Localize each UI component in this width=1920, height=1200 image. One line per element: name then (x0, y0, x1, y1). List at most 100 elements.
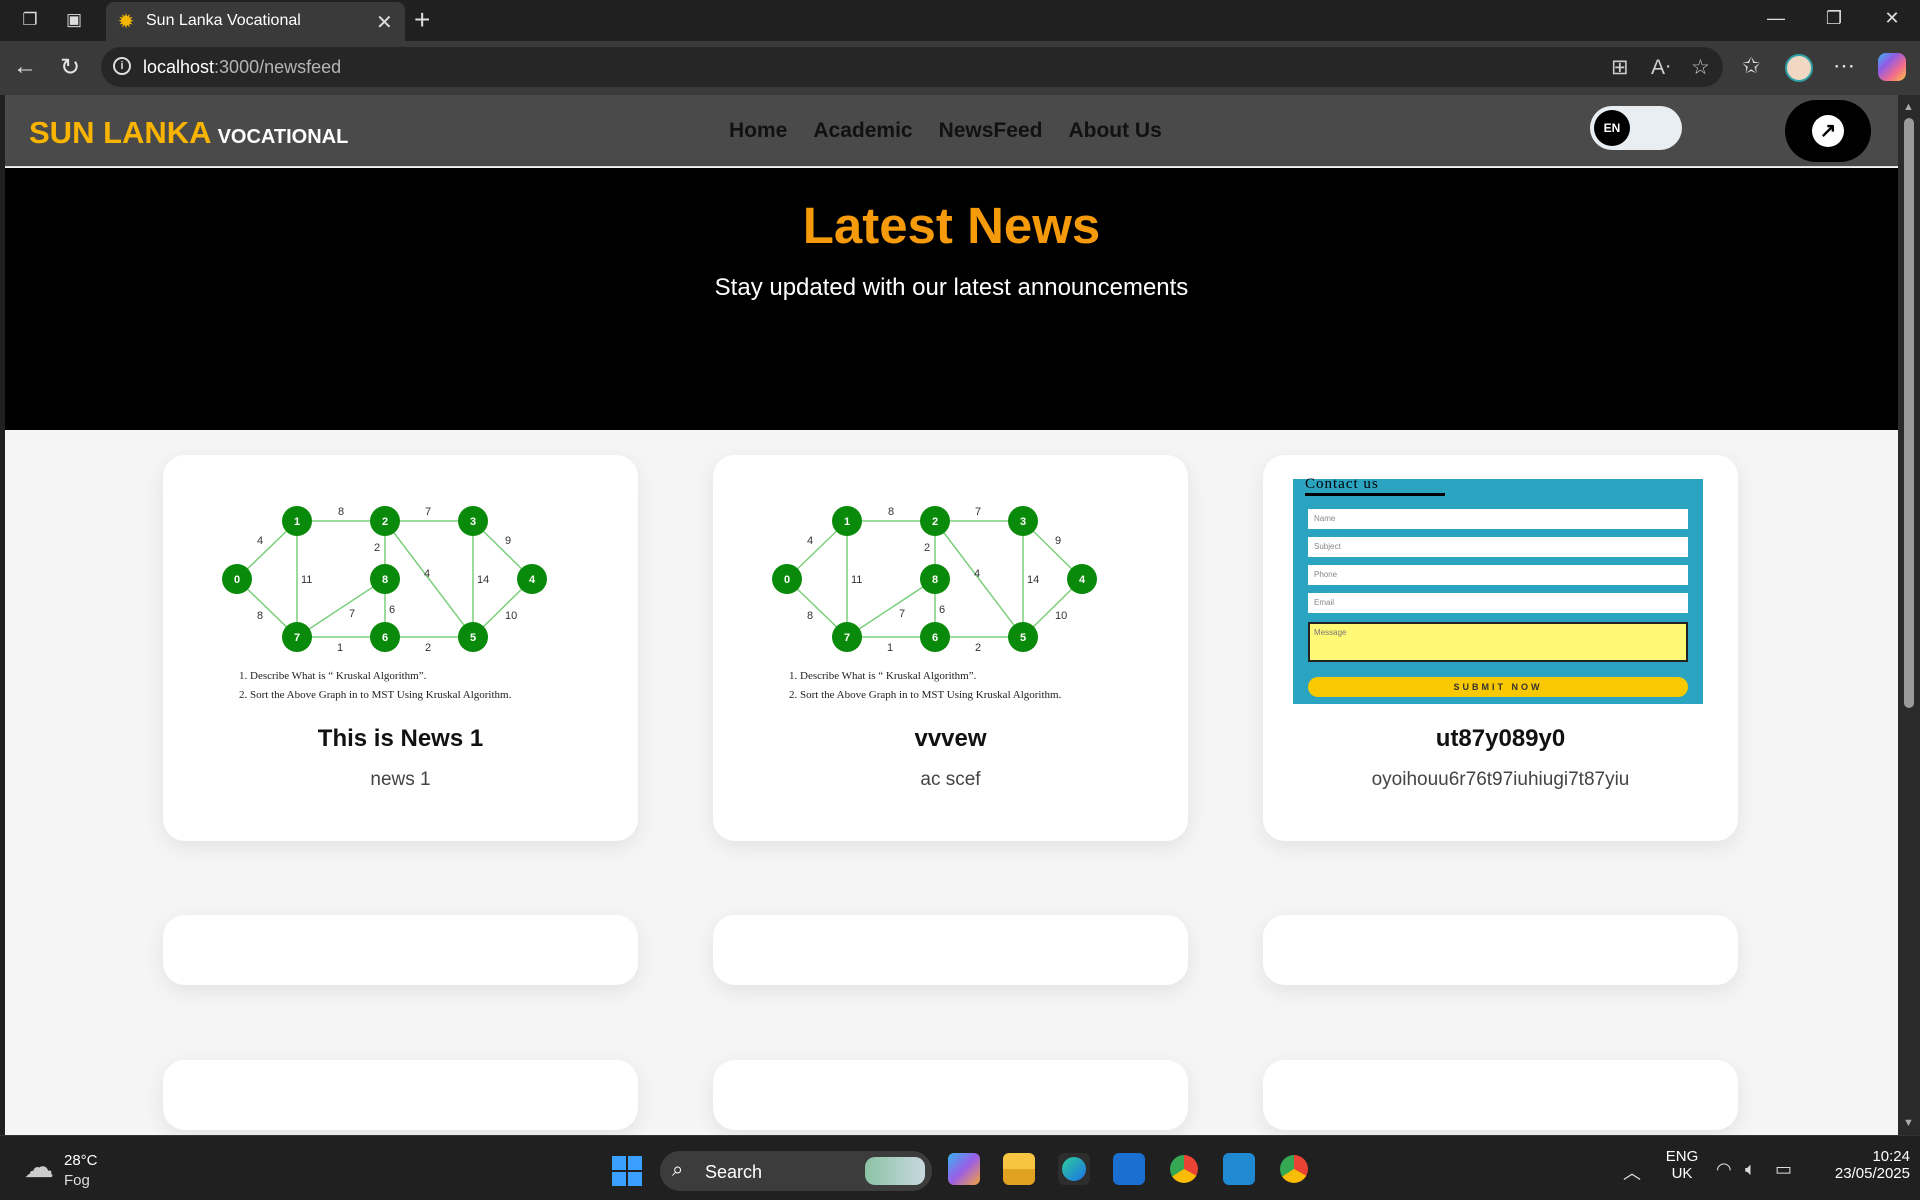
cta-button[interactable]: ↗ (1785, 100, 1871, 162)
svg-text:11: 11 (851, 574, 862, 586)
chrome-profile-icon[interactable] (1168, 1153, 1200, 1185)
nav-home[interactable]: Home (729, 119, 787, 143)
input-language[interactable]: ENG UK (1662, 1148, 1702, 1182)
svg-text:4: 4 (807, 535, 813, 547)
news-description: oyoihouu6r76t97iuhiugi7t87yiu (1371, 769, 1630, 790)
hero-section: Latest News Stay updated with our latest… (5, 168, 1898, 430)
search-icon: ⌕ (672, 1159, 684, 1181)
page-scrollbar[interactable]: ▲ ▼ (1898, 95, 1920, 1135)
news-description: ac scef (920, 769, 981, 790)
page-viewport: SUN LANKA VOCATIONAL Home Academic NewsFe… (5, 95, 1898, 1135)
nav-about-us[interactable]: About Us (1068, 119, 1161, 143)
scroll-thumb[interactable] (1904, 118, 1914, 708)
news-card[interactable]: Contact us Name Subject Phone Email Mess… (1263, 455, 1738, 841)
svg-text:1: 1 (294, 516, 300, 528)
close-tab-icon[interactable]: ✕ (376, 10, 393, 35)
graph-image: 4 8 8 7 11 2 4 9 14 10 7 6 1 2 0 1 2 3 4 5 6 7 8 (219, 479, 564, 705)
read-aloud-icon[interactable]: Aᐧ (1651, 55, 1670, 80)
svg-text:2: 2 (374, 542, 380, 554)
svg-text:4: 4 (1079, 574, 1086, 586)
svg-text:2: 2 (975, 642, 981, 654)
svg-text:5: 5 (1020, 632, 1026, 644)
site-logo[interactable]: SUN LANKA VOCATIONAL (29, 115, 348, 151)
news-card[interactable]: 4 8 8 7 11 2 4 9 14 10 7 6 1 2 0 1 2 3 4 5 6 7 8 (713, 455, 1188, 841)
site-header: SUN LANKA VOCATIONAL Home Academic NewsFe… (5, 95, 1898, 167)
more-options-icon[interactable]: ⋯ (1833, 53, 1855, 79)
phone-field: Phone (1308, 565, 1688, 585)
svg-text:6: 6 (389, 604, 395, 616)
restore-icon[interactable]: ❐ (1814, 8, 1854, 29)
svg-text:8: 8 (807, 610, 813, 622)
svg-text:14: 14 (1027, 574, 1039, 586)
windows-start-icon[interactable] (612, 1156, 642, 1186)
wifi-icon[interactable]: ◠ (1716, 1159, 1732, 1180)
svg-text:2: 2 (924, 542, 930, 554)
browser-tab[interactable]: ✹ Sun Lanka Vocational ✕ (106, 2, 405, 41)
chrome-icon[interactable] (1278, 1153, 1310, 1185)
arrow-up-right-icon: ↗ (1812, 115, 1844, 147)
file-explorer-icon[interactable] (1003, 1153, 1035, 1185)
svg-text:5: 5 (470, 632, 476, 644)
tray-overflow-icon[interactable]: ︿ (1623, 1159, 1641, 1185)
scroll-up-icon[interactable]: ▲ (1903, 101, 1914, 113)
lang-region: UK (1671, 1165, 1693, 1182)
workspaces-icon[interactable]: ❐ (18, 9, 42, 31)
clock[interactable]: 10:24 23/05/2025 (1810, 1148, 1910, 1182)
svg-text:7: 7 (844, 632, 850, 644)
outlook-icon[interactable] (1113, 1153, 1145, 1185)
svg-text:9: 9 (505, 535, 511, 547)
battery-icon[interactable]: ▭ (1775, 1159, 1792, 1180)
vscode-icon[interactable] (1223, 1153, 1255, 1185)
question-1: 1. Describe What is “ Kruskal Algorithm”… (239, 670, 427, 682)
graph-questions: 1. Describe What is “ Kruskal Algorithm”… (789, 667, 1061, 705)
svg-text:4: 4 (257, 535, 263, 547)
news-card[interactable]: 4 8 8 7 11 2 4 9 14 10 7 6 1 2 0 1 2 3 4 5 6 7 8 (163, 455, 638, 841)
favorites-icon[interactable]: ✩ (1742, 53, 1760, 79)
minimize-icon[interactable]: — (1756, 8, 1796, 29)
svg-text:6: 6 (382, 632, 388, 644)
svg-text:0: 0 (784, 574, 790, 586)
subject-field: Subject (1308, 537, 1688, 557)
new-tab-icon[interactable]: + (414, 4, 430, 36)
site-info-icon[interactable]: i (113, 57, 131, 75)
search-highlight-image (865, 1157, 925, 1185)
refresh-icon[interactable]: ↻ (55, 53, 85, 82)
back-icon[interactable]: ← (10, 53, 40, 81)
news-card-placeholder (713, 915, 1188, 985)
cloud-weather-icon[interactable]: ☁ (24, 1150, 58, 1184)
news-card-placeholder (163, 1060, 638, 1130)
svg-text:6: 6 (932, 632, 938, 644)
svg-text:10: 10 (505, 610, 517, 622)
graph-image: 4 8 8 7 11 2 4 9 14 10 7 6 1 2 0 1 2 3 4 5 6 7 8 (769, 479, 1114, 705)
tab-actions-icon[interactable]: ▣ (62, 9, 86, 31)
edge-browser-icon[interactable] (1058, 1153, 1090, 1185)
news-card-placeholder (1263, 1060, 1738, 1130)
contact-form-image: Contact us Name Subject Phone Email Mess… (1293, 476, 1703, 704)
app-available-icon[interactable]: ⊞ (1611, 55, 1629, 80)
graph-diagram: 4 8 8 7 11 2 4 9 14 10 7 6 1 2 0 1 2 3 4 5 6 7 8 (772, 506, 1097, 654)
nav-newsfeed[interactable]: NewsFeed (939, 119, 1043, 143)
name-field: Name (1308, 509, 1688, 529)
copilot-app-icon[interactable] (948, 1153, 980, 1185)
scroll-down-icon[interactable]: ▼ (1903, 1117, 1914, 1129)
taskbar-search[interactable]: ⌕ Search (660, 1151, 932, 1191)
svg-text:7: 7 (294, 632, 300, 644)
volume-icon[interactable]: 🔈︎ (1745, 1159, 1756, 1180)
svg-text:0: 0 (234, 574, 240, 586)
profile-avatar-icon[interactable] (1785, 54, 1813, 82)
close-window-icon[interactable]: ✕ (1872, 8, 1912, 29)
svg-text:1: 1 (337, 642, 343, 654)
svg-text:7: 7 (899, 608, 905, 620)
nav-academic[interactable]: Academic (813, 119, 912, 143)
hero-title: Latest News (802, 197, 1101, 254)
url-text: localhost:3000/newsfeed (143, 57, 342, 77)
svg-text:2: 2 (425, 642, 431, 654)
address-bar[interactable]: i localhost:3000/newsfeed ⊞ Aᐧ ☆ (101, 47, 1723, 87)
svg-text:8: 8 (338, 506, 344, 518)
favorite-star-icon[interactable]: ☆ (1691, 55, 1710, 80)
svg-text:8: 8 (888, 506, 894, 518)
question-2: 2. Sort the Above Graph in to MST Using … (239, 689, 512, 701)
news-card-placeholder (1263, 915, 1738, 985)
copilot-icon[interactable] (1878, 53, 1906, 81)
language-toggle[interactable]: EN (1590, 106, 1682, 150)
